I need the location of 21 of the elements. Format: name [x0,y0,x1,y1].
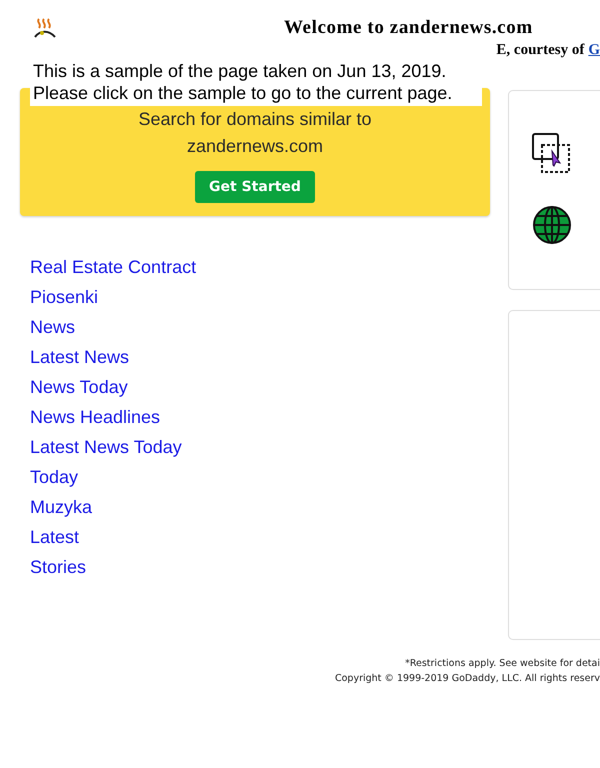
courtesy-link[interactable]: G [588,42,600,59]
select-cursor-icon [532,133,572,173]
related-link[interactable]: News [30,312,76,342]
related-link[interactable]: Latest News [30,342,130,372]
related-link[interactable]: Piosenki [30,282,98,312]
related-link[interactable]: Latest News Today [30,432,182,462]
card-heading: Search for domains similar to [138,108,372,131]
courtesy-text: E, courtesy of [496,42,584,59]
related-link[interactable]: Today [30,462,78,492]
footer-text: *Restrictions apply. See website for detai [405,657,600,671]
domain-name: zandernews.com [186,135,324,158]
related-link[interactable]: News Headlines [30,402,160,432]
related-link[interactable]: Real Estate Contract [30,252,196,282]
footer-text: Copyright © 1999-2019 GoDaddy, LLC. All rights reserv [334,672,600,686]
related-link[interactable]: Muzyka [30,492,92,522]
globe-icon [532,205,572,245]
related-link[interactable]: News Today [30,372,128,402]
page-title: Welcome to zandernews.com [284,17,533,39]
related-link[interactable]: Stories [30,552,86,582]
related-link[interactable]: Latest [30,522,80,552]
logo-icon [33,17,57,39]
